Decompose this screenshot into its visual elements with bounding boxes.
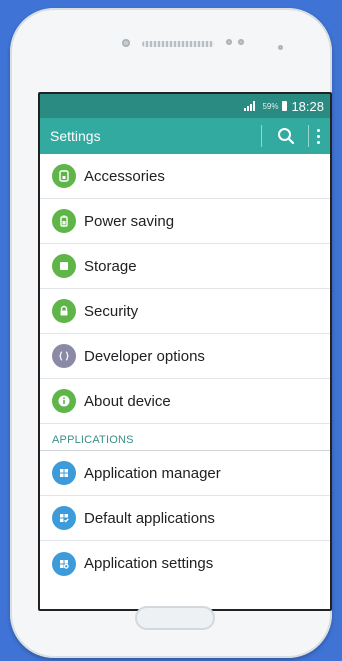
item-label: Security [84,302,139,320]
accessories-icon [52,164,76,188]
grid-check-icon [52,506,76,530]
settings-item-storage[interactable]: Storage [40,244,330,289]
item-label: Storage [84,257,137,275]
battery-percent: 59% [262,101,279,111]
speaker-grill [142,41,214,47]
item-label: Developer options [84,347,205,365]
settings-item-application-settings[interactable]: Application settings [40,541,330,586]
settings-list: Accessories Power saving Storage Securit… [40,154,330,586]
clock: 18:28 [291,98,324,114]
home-button[interactable] [135,606,215,630]
sensor-icon [238,39,244,45]
settings-item-about-device[interactable]: About device [40,379,330,424]
grid-settings-icon [52,551,76,576]
phone-frame: 59% 18:28 Settings Accessories Power sav… [10,8,332,658]
section-header-applications: APPLICATIONS [40,424,330,451]
page-title: Settings [50,128,101,144]
item-label: Application settings [84,555,214,572]
battery-icon [52,209,76,233]
settings-item-power-saving[interactable]: Power saving [40,199,330,244]
settings-item-accessories[interactable]: Accessories [40,154,330,199]
info-icon [52,389,76,413]
settings-item-developer-options[interactable]: Developer options [40,334,330,379]
divider [308,125,309,147]
app-bar: Settings [40,118,330,154]
sensor-icon [278,45,283,50]
lock-icon [52,299,76,323]
signal-icon [244,101,258,111]
search-icon [278,128,295,145]
status-bar: 59% 18:28 [40,94,330,118]
settings-item-application-manager[interactable]: Application manager [40,451,330,496]
braces-icon [52,344,76,368]
item-label: Accessories [84,167,165,185]
more-vert-icon [317,128,320,132]
settings-item-default-applications[interactable]: Default applications [40,496,330,541]
more-options-button[interactable] [317,128,320,144]
front-camera-icon [122,39,130,47]
storage-icon [52,254,76,278]
grid-icon [52,461,76,485]
battery-icon [282,101,288,111]
item-label: About device [84,392,171,410]
sensor-icon [226,39,232,45]
item-label: Default applications [84,509,215,527]
search-button[interactable] [272,122,300,150]
item-label: Power saving [84,212,175,230]
item-label: Application manager [84,464,221,482]
divider [261,125,262,147]
screen: 59% 18:28 Settings Accessories Power sav… [38,92,332,611]
settings-item-security[interactable]: Security [40,289,330,334]
